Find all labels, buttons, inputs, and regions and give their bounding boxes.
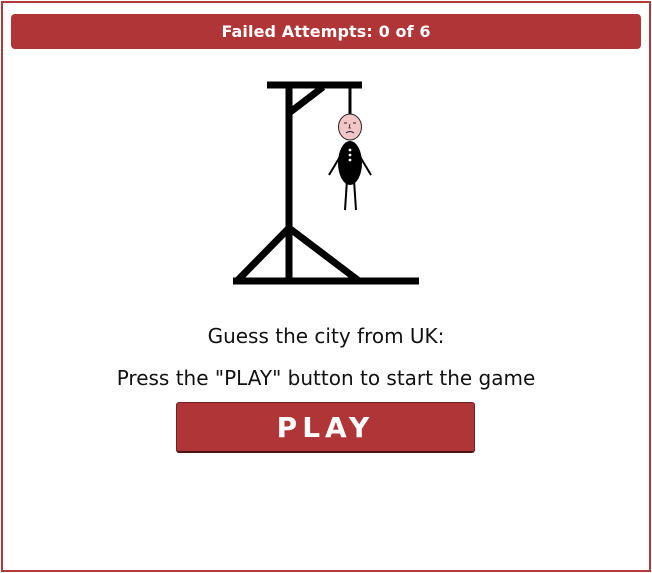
guess-prompt: Guess the city from UK: bbox=[207, 324, 445, 348]
left-leg bbox=[344, 179, 348, 211]
head bbox=[338, 113, 362, 141]
hanged-man bbox=[328, 113, 372, 211]
start-instruction: Press the "PLAY" button to start the gam… bbox=[116, 366, 536, 390]
failed-attempts-separator: of bbox=[395, 22, 414, 41]
gallows-structure bbox=[233, 81, 419, 285]
button-3 bbox=[348, 158, 352, 162]
failed-attempts-label: Failed Attempts: bbox=[221, 22, 373, 41]
failed-attempts-bar: Failed Attempts: 0 of 6 bbox=[11, 14, 641, 49]
hangman-gallows bbox=[233, 81, 419, 285]
button-1 bbox=[348, 148, 352, 152]
right-leg bbox=[353, 179, 357, 211]
max-attempts-count: 6 bbox=[419, 22, 431, 41]
button-2 bbox=[348, 153, 352, 157]
body bbox=[338, 141, 362, 185]
gallows-brace-left bbox=[234, 225, 292, 284]
play-button[interactable]: PLAY bbox=[176, 402, 475, 453]
failed-attempts-count: 0 bbox=[378, 22, 390, 41]
gallows-brace-top bbox=[286, 84, 326, 116]
gallows-brace-right bbox=[286, 225, 362, 284]
